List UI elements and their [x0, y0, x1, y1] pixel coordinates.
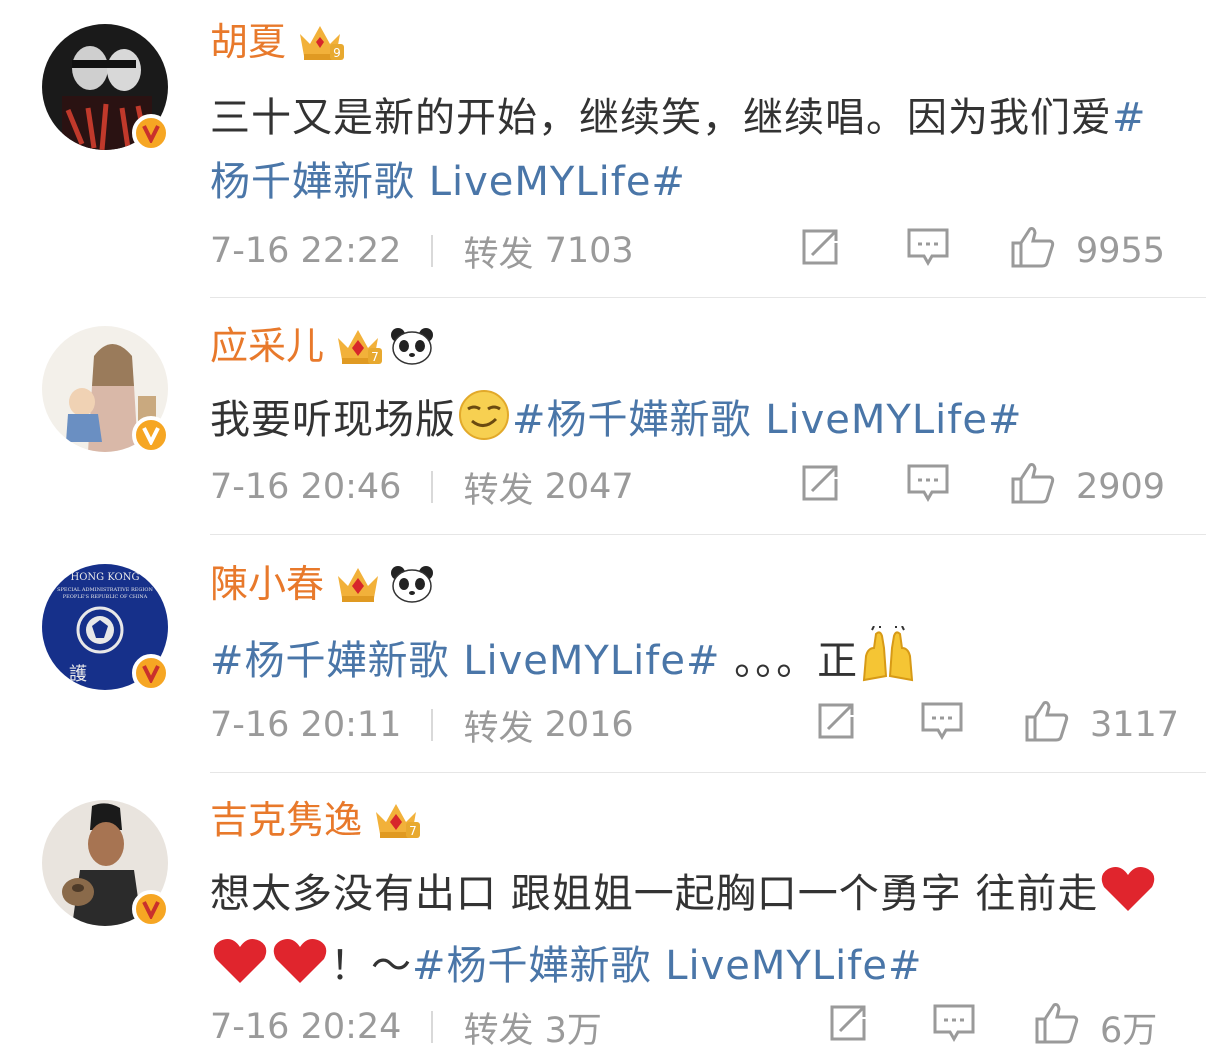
svg-text:PEOPLE'S REPUBLIC OF CHINA: PEOPLE'S REPUBLIC OF CHINA	[63, 594, 148, 600]
verified-badge-icon	[132, 654, 170, 692]
post-meta: 7-16 20:11 转发 2016	[210, 700, 634, 750]
repost-count: 2047	[544, 467, 634, 507]
avatar[interactable]	[42, 24, 170, 152]
username-row: 胡夏 9	[210, 14, 345, 70]
crown-icon[interactable]: 7	[334, 324, 383, 368]
smirk-emoji-icon	[456, 389, 512, 460]
divider	[210, 297, 1206, 298]
post-meta: 7-16 22:22 转发 7103	[210, 226, 634, 276]
comment-icon[interactable]	[932, 1003, 976, 1052]
username[interactable]: 胡夏	[210, 14, 286, 70]
like-count: 3117	[1090, 705, 1180, 745]
comment-feed: 胡夏 9 三十又是新的开始，继续笑，继续唱。因为我们爱#杨千嬅新歌 LiveMY…	[0, 0, 1206, 1054]
heart-emoji-icon	[210, 935, 270, 1006]
comment-icon[interactable]	[906, 463, 950, 512]
crown-icon[interactable]: 7	[372, 798, 421, 842]
repost-label: 转发	[463, 470, 534, 511]
raised-hands-emoji-icon	[858, 624, 918, 701]
repost-label: 转发	[463, 708, 534, 749]
svg-text:HONG KONG: HONG KONG	[71, 572, 140, 583]
avatar[interactable]: HONG KONG SPECIAL ADMINISTRATIVE REGION …	[42, 564, 170, 692]
topic-link[interactable]: #杨千嬅新歌 LiveMYLife#	[412, 943, 922, 989]
divider	[210, 772, 1206, 773]
like-count: 6万	[1100, 1010, 1158, 1051]
comment-icon[interactable]	[906, 227, 950, 276]
action-bar: 6万	[828, 1002, 1157, 1052]
meta-divider	[431, 709, 434, 741]
verified-badge-icon	[132, 114, 170, 152]
post-time: 7-16 22:22	[210, 231, 402, 271]
username-row: 应采儿 7	[210, 318, 434, 374]
heart-emoji-icon	[1098, 863, 1158, 934]
verified-badge-icon	[132, 890, 170, 928]
svg-text:7: 7	[409, 824, 417, 838]
comment-icon[interactable]	[920, 701, 964, 750]
action-bar: 9955	[800, 226, 1165, 276]
repost-count: 7103	[544, 231, 634, 271]
topic-link[interactable]: #杨千嬅新歌 LiveMYLife#	[512, 397, 1022, 443]
meta-divider	[431, 1011, 434, 1043]
username[interactable]: 陳小春	[210, 556, 324, 612]
post-time: 7-16 20:11	[210, 705, 402, 745]
username-row: 陳小春	[210, 556, 434, 612]
like-count: 2909	[1076, 467, 1166, 507]
topic-link[interactable]: #杨千嬅新歌 LiveMYLife#	[210, 638, 720, 684]
crown-icon[interactable]	[334, 562, 380, 606]
repost-icon[interactable]	[800, 227, 844, 276]
post-text: #杨千嬅新歌 LiveMYLife# 。。。正	[210, 624, 1170, 701]
repost-label: 转发	[463, 234, 534, 275]
panda-emoji-icon	[390, 564, 434, 604]
avatar[interactable]	[42, 800, 170, 928]
post-meta: 7-16 20:46 转发 2047	[210, 462, 634, 512]
meta-divider	[431, 471, 434, 503]
panda-emoji-icon	[390, 326, 434, 366]
repost-icon[interactable]	[800, 463, 844, 512]
like-count: 9955	[1076, 231, 1166, 271]
like-icon[interactable]	[1010, 461, 1056, 514]
heart-emoji-icon	[270, 935, 330, 1006]
post-time: 7-16 20:46	[210, 467, 402, 507]
repost-count: 2016	[544, 705, 634, 745]
avatar[interactable]	[42, 326, 170, 454]
username[interactable]: 吉克隽逸	[210, 792, 362, 848]
divider	[210, 534, 1206, 535]
like-icon[interactable]	[1024, 699, 1070, 752]
action-bar: 3117	[816, 700, 1179, 750]
svg-text:護: 護	[69, 664, 87, 685]
crown-icon[interactable]: 9	[296, 20, 345, 64]
repost-count: 3万	[544, 1010, 602, 1051]
repost-icon[interactable]	[816, 701, 860, 750]
repost-icon[interactable]	[828, 1003, 872, 1052]
post-meta: 7-16 20:24 转发 3万	[210, 1002, 602, 1052]
svg-text:9: 9	[333, 46, 341, 60]
post-text: 我要听现场版 #杨千嬅新歌 LiveMYLife#	[210, 388, 1170, 460]
repost-label: 转发	[463, 1010, 534, 1051]
svg-text:7: 7	[371, 350, 379, 364]
post-text: 三十又是新的开始，继续笑，继续唱。因为我们爱#杨千嬅新歌 LiveMYLife#	[210, 95, 1147, 205]
verified-badge-icon	[132, 416, 170, 454]
action-bar: 2909	[800, 462, 1165, 512]
meta-divider	[431, 235, 434, 267]
username[interactable]: 应采儿	[210, 318, 324, 374]
username-row: 吉克隽逸 7	[210, 792, 421, 848]
like-icon[interactable]	[1034, 1001, 1080, 1054]
svg-text:SPECIAL ADMINISTRATIVE REGION: SPECIAL ADMINISTRATIVE REGION	[57, 587, 153, 593]
post-text: 想太多没有出口 跟姐姐一起胸口一个勇字 往前走！～#杨千嬅新歌 LiveMYLi…	[210, 862, 1170, 1006]
like-icon[interactable]	[1010, 225, 1056, 278]
post-time: 7-16 20:24	[210, 1007, 402, 1047]
